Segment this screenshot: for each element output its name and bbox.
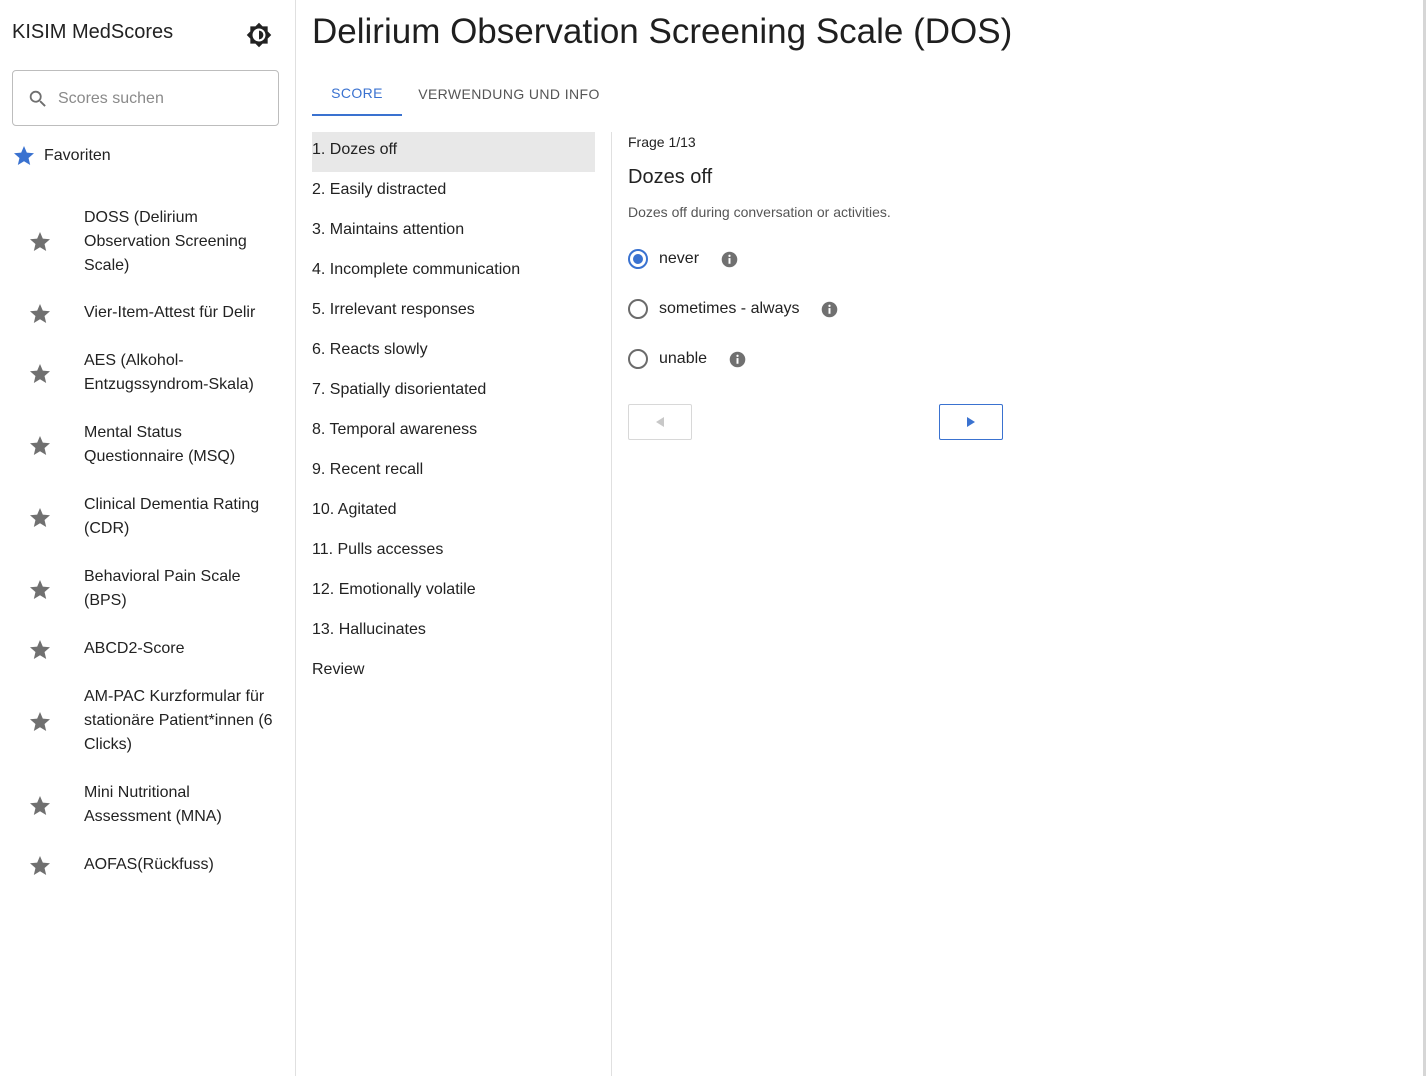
radio-button[interactable] [628,349,648,369]
option-sometimes-always[interactable]: sometimes - always [628,298,838,320]
star-icon [30,436,50,455]
star-icon [30,640,50,659]
question-item-3[interactable]: 3. Maintains attention [312,212,595,252]
star-icon [30,712,50,731]
radio-button[interactable] [628,299,648,319]
radio-button[interactable] [628,249,648,269]
info-icon[interactable] [821,301,838,318]
next-question-button[interactable] [939,404,1003,440]
question-item-6[interactable]: 6. Reacts slowly [312,332,595,372]
favorite-item-label: Vier-Item-Attest für Delir [84,304,256,321]
star-icon [30,508,50,527]
favorite-item-aes[interactable]: AES (Alkohol-Entzugssyndrom-Skala) [0,348,295,400]
question-item-1[interactable]: 1. Dozes off [312,132,595,172]
favorite-item-bps[interactable]: Behavioral Pain Scale (BPS) [0,564,295,616]
question-item-8[interactable]: 8. Temporal awareness [312,412,595,452]
favorite-item-label: ABCD2-Score [84,640,185,657]
arrow-right-icon [967,417,975,427]
favorite-item-mna[interactable]: Mini Nutritional Assessment (MNA) [0,780,295,832]
star-icon [30,304,50,323]
question-item-11[interactable]: 11. Pulls accesses [312,532,595,572]
star-icon [30,364,50,383]
sidebar: KISIM MedScores Favoriten DOSS (Delirium… [0,0,296,1076]
favorite-item-label: AOFAS(Rückfuss) [84,856,214,873]
favorite-item-label: AES (Alkohol-Entzugssyndrom-Skala) [84,352,254,393]
tab-score[interactable]: SCORE [312,72,402,116]
favorite-item-aofas[interactable]: AOFAS(Rückfuss) [0,852,295,880]
option-never[interactable]: never [628,248,738,270]
option-label: sometimes - always [659,300,800,317]
app-title: KISIM MedScores [12,21,174,43]
star-icon [30,232,50,251]
brightness-icon [246,22,272,48]
question-item-7[interactable]: 7. Spatially disorientated [312,372,595,412]
option-unable[interactable]: unable [628,348,746,370]
favorite-item-label: Behavioral Pain Scale (BPS) [84,568,241,609]
star-icon [30,796,50,815]
favorite-item-label: DOSS (Delirium Observation Screening Sca… [84,209,247,274]
question-title: Dozes off [628,166,713,188]
search-input[interactable] [58,85,268,113]
previous-question-button[interactable] [628,404,692,440]
question-item-12[interactable]: 12. Emotionally volatile [312,572,595,612]
question-item-4[interactable]: 4. Incomplete communication [312,252,595,292]
favorites-header[interactable]: Favoriten [12,142,111,170]
question-item-review[interactable]: Review [312,652,595,692]
favorite-item-am-pac[interactable]: AM-PAC Kurzformular für stationäre Patie… [0,684,295,760]
panel-divider [611,132,612,1076]
theme-toggle-button[interactable] [246,22,272,48]
tab-usage-info[interactable]: VERWENDUNG UND INFO [410,72,608,116]
favorite-item-label: Mental Status Questionnaire (MSQ) [84,424,236,465]
question-item-5[interactable]: 5. Irrelevant responses [312,292,595,332]
star-icon [30,580,50,599]
question-description: Dozes off during conversation or activit… [628,204,891,220]
arrow-left-icon [656,417,664,427]
favorite-item-4at[interactable]: Vier-Item-Attest für Delir [0,300,295,328]
favorite-item-label: Mini Nutritional Assessment (MNA) [84,784,222,825]
favorite-item-label: AM-PAC Kurzformular für stationäre Patie… [84,688,273,753]
page-title: Delirium Observation Screening Scale (DO… [312,12,1013,51]
favorite-item-label: Clinical Dementia Rating (CDR) [84,496,260,537]
question-list: 1. Dozes off 2. Easily distracted 3. Mai… [312,132,595,692]
info-icon[interactable] [721,251,738,268]
star-icon [14,146,34,165]
favorite-item-msq[interactable]: Mental Status Questionnaire (MSQ) [0,420,295,472]
search-field[interactable] [12,70,279,126]
option-label: unable [659,350,708,367]
favorite-item-abcd2[interactable]: ABCD2-Score [0,636,295,664]
question-item-9[interactable]: 9. Recent recall [312,452,595,492]
option-label: never [659,250,700,267]
question-counter: Frage 1/13 [628,134,696,150]
favorite-item-doss[interactable]: DOSS (Delirium Observation Screening Sca… [0,204,295,280]
favorites-header-label: Favoriten [44,147,111,164]
favorite-item-cdr[interactable]: Clinical Dementia Rating (CDR) [0,492,295,544]
question-item-10[interactable]: 10. Agitated [312,492,595,532]
question-item-2[interactable]: 2. Easily distracted [312,172,595,212]
star-icon [30,856,50,875]
info-icon[interactable] [729,351,746,368]
question-item-13[interactable]: 13. Hallucinates [312,612,595,652]
search-icon [29,90,46,107]
